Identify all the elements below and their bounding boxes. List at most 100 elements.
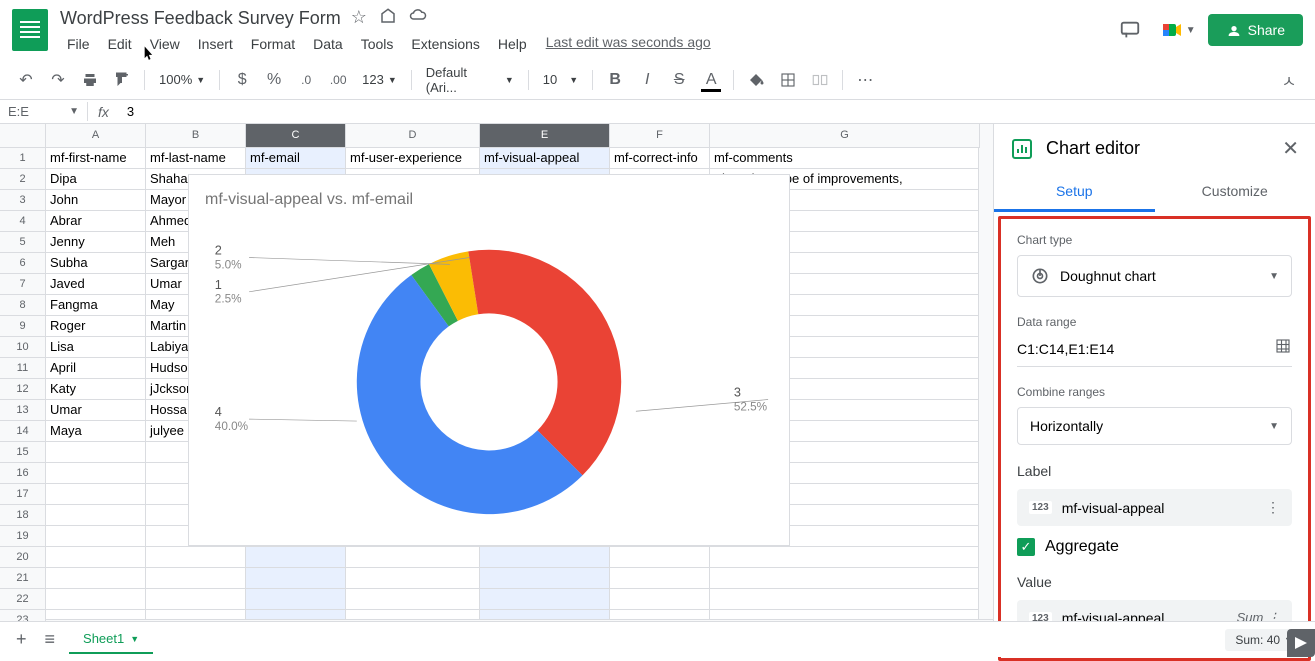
menu-extensions[interactable]: Extensions (404, 34, 486, 54)
select-all-corner[interactable] (0, 124, 46, 148)
tab-setup[interactable]: Setup (994, 173, 1155, 212)
cell[interactable] (480, 568, 610, 589)
collapse-toolbar-icon[interactable]: ㅅ (1275, 66, 1303, 94)
cell[interactable]: John (46, 190, 146, 211)
combine-ranges-select[interactable]: Horizontally ▼ (1017, 407, 1292, 445)
comments-icon[interactable] (1112, 12, 1148, 48)
row-header[interactable]: 20 (0, 547, 46, 568)
cell[interactable] (610, 568, 710, 589)
italic-icon[interactable]: I (633, 66, 661, 94)
cell[interactable]: Jenny (46, 232, 146, 253)
star-icon[interactable]: ☆ (351, 7, 367, 30)
menu-edit[interactable]: Edit (101, 34, 139, 54)
cell[interactable] (46, 505, 146, 526)
col-header-G[interactable]: G (710, 124, 980, 148)
print-icon[interactable] (76, 66, 104, 94)
close-icon[interactable]: ✕ (1282, 136, 1299, 161)
menu-format[interactable]: Format (244, 34, 302, 54)
row-header[interactable]: 17 (0, 484, 46, 505)
row-header[interactable]: 12 (0, 379, 46, 400)
move-icon[interactable] (379, 7, 397, 30)
sheet-tab[interactable]: Sheet1 ▼ (69, 625, 153, 654)
row-header[interactable]: 9 (0, 316, 46, 337)
cell[interactable]: Maya (46, 421, 146, 442)
cell[interactable] (46, 547, 146, 568)
last-edit-link[interactable]: Last edit was seconds ago (546, 34, 711, 54)
cell[interactable] (46, 484, 146, 505)
cell[interactable]: Javed (46, 274, 146, 295)
undo-icon[interactable]: ↶ (12, 66, 40, 94)
add-sheet-icon[interactable]: + (12, 625, 31, 654)
more-formats-dropdown[interactable]: 123▼ (356, 68, 403, 91)
cell[interactable]: mf-user-experience (346, 148, 480, 169)
all-sheets-icon[interactable]: ≡ (41, 625, 60, 654)
row-header[interactable]: 6 (0, 253, 46, 274)
row-header[interactable]: 3 (0, 190, 46, 211)
menu-view[interactable]: View (143, 34, 187, 54)
merge-cells-icon[interactable] (806, 66, 834, 94)
cell[interactable] (46, 442, 146, 463)
row-header[interactable]: 19 (0, 526, 46, 547)
chart-overlay[interactable]: mf-visual-appeal vs. mf-email 352.5%440.… (188, 174, 790, 546)
cell[interactable]: April (46, 358, 146, 379)
cell[interactable]: mf-email (246, 148, 346, 169)
aggregate-checkbox[interactable]: ✓ (1017, 538, 1035, 556)
cloud-save-icon[interactable] (409, 7, 427, 30)
cell[interactable] (610, 589, 710, 610)
explore-icon[interactable] (1287, 629, 1315, 657)
cell[interactable] (46, 463, 146, 484)
row-header[interactable]: 2 (0, 169, 46, 190)
row-header[interactable]: 1 (0, 148, 46, 169)
row-header[interactable]: 21 (0, 568, 46, 589)
cell[interactable] (146, 547, 246, 568)
cell[interactable]: Katy (46, 379, 146, 400)
meet-icon[interactable]: ▼ (1160, 12, 1196, 48)
formula-input[interactable] (119, 102, 1315, 121)
col-header-D[interactable]: D (346, 124, 480, 148)
borders-icon[interactable] (774, 66, 802, 94)
font-size-dropdown[interactable]: 10 ▼ (537, 68, 584, 91)
label-chip[interactable]: 123 mf-visual-appeal ⋮ (1017, 489, 1292, 526)
col-header-B[interactable]: B (146, 124, 246, 148)
vertical-scrollbar[interactable] (978, 148, 993, 619)
cell[interactable]: Abrar (46, 211, 146, 232)
row-header[interactable]: 14 (0, 421, 46, 442)
cell[interactable] (710, 568, 980, 589)
cell[interactable] (246, 589, 346, 610)
decrease-decimal-icon[interactable]: .0 (292, 66, 320, 94)
cell[interactable]: Dipa (46, 169, 146, 190)
cell[interactable]: mf-comments (710, 148, 980, 169)
cell[interactable] (480, 589, 610, 610)
cell[interactable] (46, 589, 146, 610)
cell[interactable] (346, 547, 480, 568)
col-header-E[interactable]: E (480, 124, 610, 148)
data-range-input[interactable] (1017, 341, 1274, 357)
cell[interactable] (246, 568, 346, 589)
row-header[interactable]: 11 (0, 358, 46, 379)
menu-insert[interactable]: Insert (191, 34, 240, 54)
cell[interactable]: mf-last-name (146, 148, 246, 169)
row-header[interactable]: 13 (0, 400, 46, 421)
cell[interactable]: mf-correct-info (610, 148, 710, 169)
sheets-logo[interactable] (12, 9, 48, 51)
increase-decimal-icon[interactable]: .00 (324, 66, 352, 94)
row-header[interactable]: 18 (0, 505, 46, 526)
paint-format-icon[interactable] (108, 66, 136, 94)
row-header[interactable]: 16 (0, 463, 46, 484)
font-dropdown[interactable]: Default (Ari... ▼ (420, 61, 520, 99)
col-header-F[interactable]: F (610, 124, 710, 148)
cell[interactable] (346, 568, 480, 589)
menu-file[interactable]: File (60, 34, 97, 54)
menu-tools[interactable]: Tools (354, 34, 401, 54)
more-toolbar-icon[interactable]: ⋯ (851, 66, 879, 94)
currency-icon[interactable]: $ (228, 66, 256, 94)
cell[interactable]: Roger (46, 316, 146, 337)
row-header[interactable]: 15 (0, 442, 46, 463)
cell[interactable]: mf-visual-appeal (480, 148, 610, 169)
cell[interactable] (346, 589, 480, 610)
text-color-icon[interactable]: A (697, 66, 725, 94)
menu-data[interactable]: Data (306, 34, 350, 54)
cell[interactable] (146, 589, 246, 610)
strikethrough-icon[interactable]: S (665, 66, 693, 94)
redo-icon[interactable]: ↷ (44, 66, 72, 94)
